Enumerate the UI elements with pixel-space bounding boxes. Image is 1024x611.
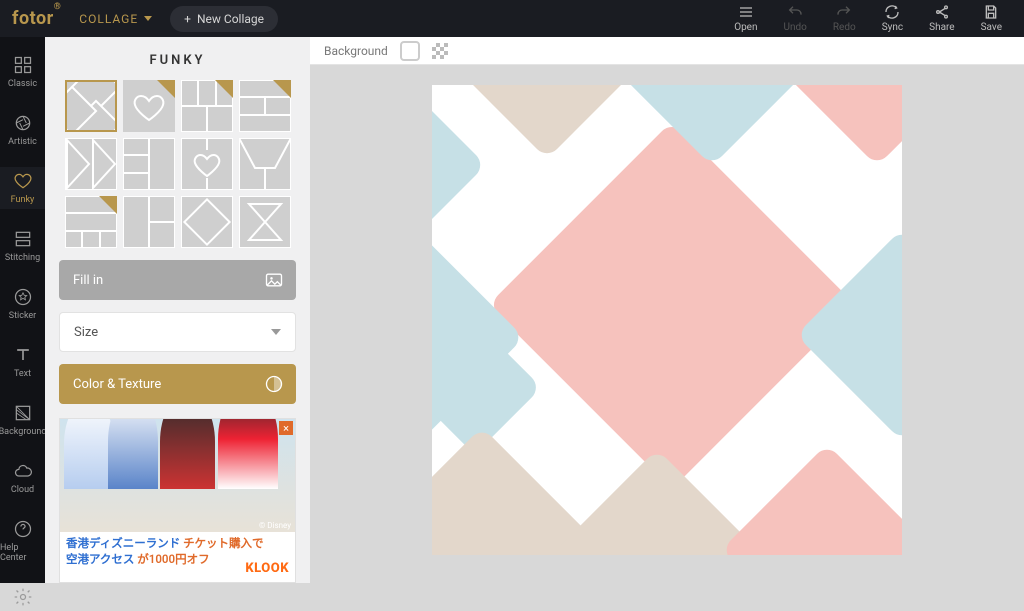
side-panel: FUNKY (45, 37, 310, 583)
ad-brand: KLOOK (245, 560, 289, 578)
template-thumb[interactable] (123, 196, 175, 248)
ad-copyright: © Disney (259, 521, 291, 530)
app-logo[interactable]: fotor® (12, 8, 61, 29)
ad-text: 香港ディズニーランド チケット購入で 空港アクセス が1000円オフ KLOOK (60, 532, 295, 582)
transparent-toggle[interactable] (432, 43, 448, 59)
save-icon (982, 4, 1000, 20)
canvas-stage (310, 65, 1024, 583)
nav-artistic[interactable]: Artistic (0, 109, 45, 151)
template-thumb[interactable] (239, 138, 291, 190)
nav-background[interactable]: Background (0, 399, 45, 441)
nav-stitching[interactable]: Stitching (0, 225, 45, 267)
undo-button: Undo (784, 4, 807, 33)
ad-character (218, 418, 278, 489)
collage-cell[interactable] (771, 85, 902, 166)
grid-icon (13, 55, 33, 75)
color-texture-button[interactable]: Color & Texture (59, 364, 296, 404)
left-nav: Classic Artistic Funky Stitching Sticker… (0, 37, 45, 583)
nav-classic[interactable]: Classic (0, 51, 45, 93)
share-button[interactable]: Share (929, 4, 954, 33)
ad-character (108, 418, 158, 489)
collage-cell[interactable] (432, 85, 486, 264)
nav-cloud[interactable]: Cloud (0, 457, 45, 499)
redo-icon (835, 4, 853, 20)
nav-help[interactable]: Help Center (0, 515, 45, 567)
template-thumb[interactable] (181, 196, 233, 248)
mode-label: COLLAGE (79, 12, 138, 26)
redo-button: Redo (833, 4, 856, 33)
canvas-toolbar: Background (310, 37, 1024, 65)
template-thumb[interactable] (65, 138, 117, 190)
template-thumb[interactable] (123, 138, 175, 190)
template-thumb[interactable] (239, 196, 291, 248)
sync-icon (883, 4, 901, 20)
image-icon (264, 270, 284, 290)
mode-dropdown[interactable]: COLLAGE (79, 12, 152, 26)
nav-settings[interactable] (0, 583, 45, 611)
nav-sticker[interactable]: Sticker (0, 283, 45, 325)
save-button[interactable]: Save (981, 4, 1002, 33)
premium-badge-icon (99, 196, 117, 214)
aperture-icon (13, 113, 33, 133)
chevron-down-icon (271, 329, 281, 335)
star-icon (13, 287, 33, 307)
premium-badge-icon (273, 80, 291, 98)
top-bar: fotor® COLLAGE + New Collage Open Undo R… (0, 0, 1024, 37)
plus-icon: + (184, 12, 191, 26)
stitching-icon (13, 229, 33, 249)
new-collage-button[interactable]: + New Collage (170, 6, 278, 32)
ad-character (64, 418, 114, 489)
template-thumb[interactable] (65, 80, 117, 132)
template-thumb[interactable] (65, 196, 117, 248)
heart-icon (13, 171, 33, 191)
nav-funky[interactable]: Funky (0, 167, 45, 209)
new-collage-label: New Collage (197, 12, 264, 26)
panel-title: FUNKY (45, 37, 310, 80)
undo-icon (786, 4, 804, 20)
collage-cell[interactable] (721, 444, 902, 555)
template-grid (45, 80, 310, 260)
palette-icon (264, 374, 284, 394)
panel-controls: Fill in Size Color & Texture (45, 260, 310, 404)
cloud-icon (13, 461, 33, 481)
gear-icon (13, 587, 33, 607)
template-thumb[interactable] (181, 80, 233, 132)
background-label: Background (324, 44, 388, 58)
nav-text[interactable]: Text (0, 341, 45, 383)
collage-cell[interactable] (488, 121, 856, 489)
template-thumb[interactable] (123, 80, 175, 132)
premium-badge-icon (215, 80, 233, 98)
size-dropdown[interactable]: Size (59, 312, 296, 352)
top-actions: Open Undo Redo Sync Share Save (734, 4, 1002, 33)
background-color-swatch[interactable] (400, 41, 420, 61)
help-icon (13, 519, 33, 539)
text-icon (13, 345, 33, 365)
template-thumb[interactable] (239, 80, 291, 132)
premium-badge-icon (157, 80, 175, 98)
advertisement[interactable]: × © Disney 香港ディズニーランド チケット購入で 空港アクセス が10… (59, 418, 296, 583)
background-icon (13, 403, 33, 423)
ad-close-button[interactable]: × (279, 421, 293, 435)
chevron-down-icon (144, 16, 152, 21)
open-button[interactable]: Open (734, 4, 757, 33)
sync-button[interactable]: Sync (882, 4, 903, 33)
template-thumb[interactable] (181, 138, 233, 190)
collage-artboard[interactable] (432, 85, 902, 555)
fill-in-button[interactable]: Fill in (59, 260, 296, 300)
collage-cell[interactable] (448, 85, 646, 159)
menu-icon (737, 4, 755, 20)
share-icon (933, 4, 951, 20)
ad-character (160, 418, 215, 489)
